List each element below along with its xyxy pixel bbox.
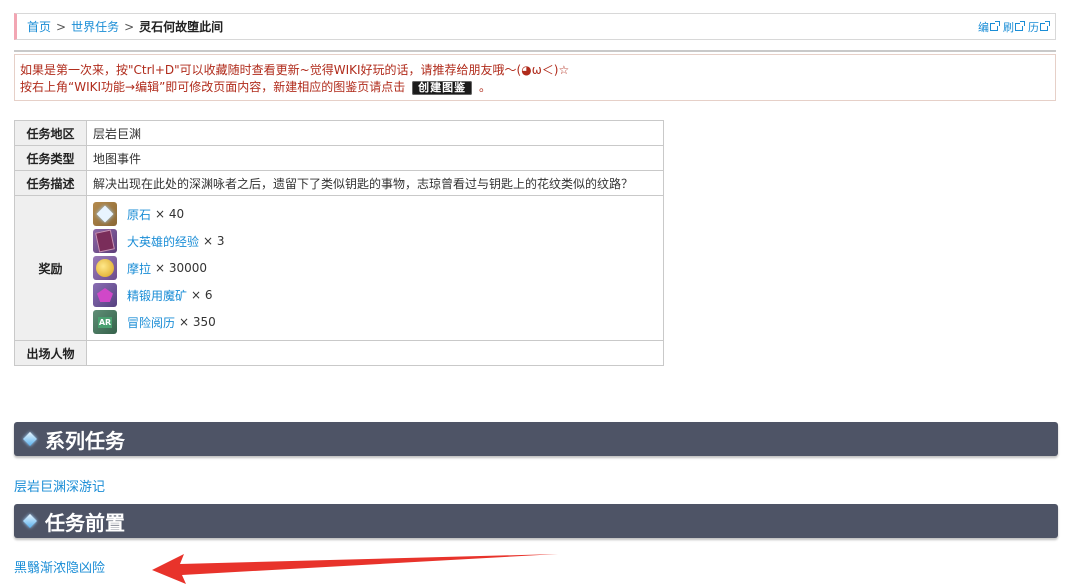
breadcrumb-world-quest-link[interactable]: 世界任务: [71, 18, 119, 35]
table-row: 出场人物: [14, 340, 664, 366]
mora-icon[interactable]: [93, 256, 117, 280]
reward-quantity: × 40: [155, 207, 185, 221]
section-header-series: 系列任务: [14, 422, 1058, 456]
reward-key: 奖励: [14, 195, 87, 341]
diamond-icon: [22, 513, 38, 529]
divider: [14, 50, 1056, 52]
reward-quantity: × 30000: [155, 261, 208, 275]
refresh-label: 刷: [1003, 21, 1014, 34]
table-row: 任务地区 层岩巨渊: [14, 120, 664, 146]
heros-wit-icon[interactable]: [93, 229, 117, 253]
breadcrumb-current: 灵石何故堕此间: [139, 20, 224, 34]
quest-info-table: 任务地区 层岩巨渊 任务类型 地图事件 任务描述 解决出现在此处的深渊咏者之后，…: [14, 120, 664, 366]
breadcrumb: 首页 > 世界任务 > 灵石何故堕此间 编 刷 历: [14, 13, 1056, 40]
reward-item: 冒险阅历 × 350: [93, 309, 657, 336]
breadcrumb-home-link[interactable]: 首页: [27, 18, 51, 35]
reward-item: 原石 × 40: [93, 201, 657, 228]
external-link-icon: [1015, 21, 1025, 31]
series-quest-link[interactable]: 层岩巨渊深游记: [14, 476, 105, 495]
history-tool-link[interactable]: 历: [1028, 19, 1050, 35]
characters-value: [86, 340, 664, 366]
mystic-ore-icon[interactable]: [93, 283, 117, 307]
reward-link-mora[interactable]: 摩拉: [127, 260, 151, 277]
reward-quantity: × 350: [179, 315, 216, 329]
description-key: 任务描述: [14, 170, 87, 196]
notice-box: 如果是第一次来，按"Ctrl+D"可以收藏随时查看更新~觉得WIKI好玩的话，请…: [14, 54, 1056, 101]
table-row: 任务描述 解决出现在此处的深渊咏者之后，遗留下了类似钥匙的事物，志琼曾看过与钥匙…: [14, 170, 664, 196]
edit-tool-link[interactable]: 编: [978, 19, 1000, 35]
reward-link-adventure-exp[interactable]: 冒险阅历: [127, 314, 175, 331]
region-value: 层岩巨渊: [86, 120, 664, 146]
create-entry-button[interactable]: 创建图鉴: [412, 80, 473, 95]
external-link-icon: [990, 21, 1000, 31]
prerequisite-quest-link[interactable]: 黑翳渐浓隐凶险: [14, 557, 105, 576]
reward-quantity: × 6: [191, 288, 213, 302]
table-row: 奖励 原石 × 40 大英雄的经验 × 3 摩拉 × 30000 精锻用魔矿 ×…: [14, 195, 664, 341]
primogem-icon[interactable]: [93, 202, 117, 226]
notice-line-2: 按右上角“WIKI功能→编辑”即可修改页面内容，新建相应的图鉴页请点击 创建图鉴…: [20, 79, 1055, 96]
adventure-exp-icon[interactable]: [93, 310, 117, 334]
page-tools: 编 刷 历: [978, 19, 1050, 35]
reward-link-heros-wit[interactable]: 大英雄的经验: [127, 233, 199, 250]
refresh-tool-link[interactable]: 刷: [1003, 19, 1025, 35]
reward-item: 精锻用魔矿 × 6: [93, 282, 657, 309]
reward-item: 摩拉 × 30000: [93, 255, 657, 282]
diamond-icon: [22, 431, 38, 447]
reward-link-primogem[interactable]: 原石: [127, 206, 151, 223]
section-title: 系列任务: [45, 428, 125, 453]
reward-link-mystic-ore[interactable]: 精锻用魔矿: [127, 287, 187, 304]
notice-line-2-text: 按右上角“WIKI功能→编辑”即可修改页面内容，新建相应的图鉴页请点击: [20, 80, 406, 94]
notice-line-2-end: 。: [478, 80, 491, 94]
section-header-prerequisite: 任务前置: [14, 504, 1058, 538]
edit-label: 编: [978, 21, 989, 34]
history-label: 历: [1028, 21, 1039, 34]
section-title: 任务前置: [45, 510, 125, 535]
red-arrow-icon: [152, 554, 558, 584]
external-link-icon: [1040, 21, 1050, 31]
description-value: 解决出现在此处的深渊咏者之后，遗留下了类似钥匙的事物，志琼曾看过与钥匙上的花纹类…: [86, 170, 664, 196]
reward-list: 原石 × 40 大英雄的经验 × 3 摩拉 × 30000 精锻用魔矿 × 6 …: [86, 195, 664, 341]
characters-key: 出场人物: [14, 340, 87, 366]
type-value: 地图事件: [86, 145, 664, 171]
reward-quantity: × 3: [203, 234, 225, 248]
region-key: 任务地区: [14, 120, 87, 146]
type-key: 任务类型: [14, 145, 87, 171]
notice-line-1: 如果是第一次来，按"Ctrl+D"可以收藏随时查看更新~觉得WIKI好玩的话，请…: [20, 63, 570, 77]
table-row: 任务类型 地图事件: [14, 145, 664, 171]
breadcrumb-separator: >: [56, 19, 67, 34]
breadcrumb-separator: >: [124, 19, 135, 34]
reward-item: 大英雄的经验 × 3: [93, 228, 657, 255]
